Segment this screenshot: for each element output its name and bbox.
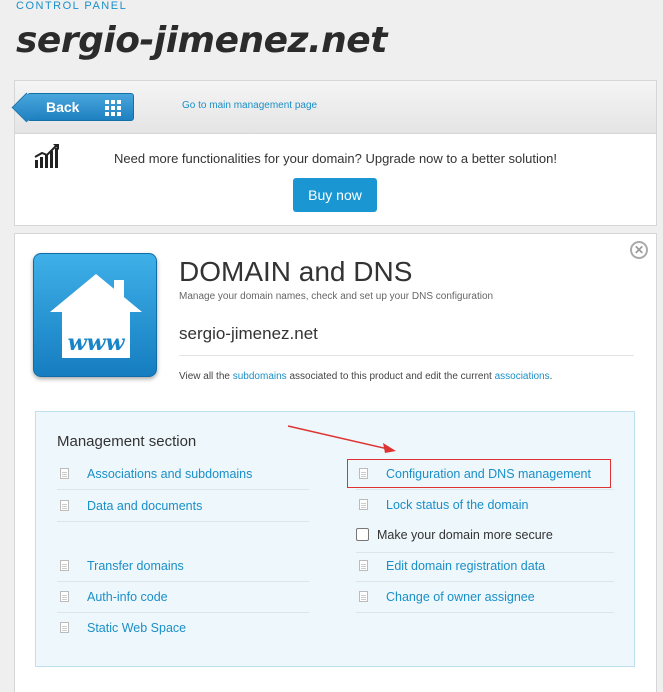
subdomains-link[interactable]: subdomains	[233, 371, 287, 382]
menu-item-label: Transfer domains	[87, 559, 184, 573]
menu-item-change-owner[interactable]: Change of owner assignee	[356, 582, 614, 613]
secure-domain-checkbox[interactable]	[356, 528, 369, 541]
secure-domain-option: Make your domain more secure	[356, 527, 614, 553]
document-icon	[60, 560, 69, 571]
main-management-link[interactable]: Go to main management page	[182, 100, 317, 111]
management-section: Management section Associations and subd…	[35, 411, 635, 667]
svg-text:www: www	[68, 330, 126, 356]
document-icon	[60, 591, 69, 602]
navigation-bar: Back Go to main management page	[14, 80, 657, 133]
associations-link[interactable]: associations	[495, 371, 550, 382]
menu-item-label: Change of owner assignee	[386, 590, 535, 604]
info-middle: associated to this product and edit the …	[286, 371, 495, 382]
menu-item-label: Lock status of the domain	[386, 498, 529, 512]
info-prefix: View all the	[179, 371, 233, 382]
menu-item-lock-status[interactable]: Lock status of the domain	[356, 490, 614, 521]
back-button-label: Back	[46, 99, 80, 115]
info-suffix: .	[549, 371, 553, 382]
upgrade-banner: Need more functionalities for your domai…	[14, 133, 657, 226]
domain-info-text: View all the subdomains associated to th…	[179, 371, 552, 382]
back-button[interactable]: Back	[27, 93, 134, 121]
secure-domain-label: Make your domain more secure	[377, 528, 553, 542]
menu-item-auth-info[interactable]: Auth-info code	[57, 582, 309, 613]
domain-dns-subtitle: Manage your domain names, check and set …	[179, 291, 494, 302]
close-icon[interactable]: ✕	[630, 241, 648, 259]
red-arrow-annotation	[287, 425, 396, 453]
menu-item-label: Edit domain registration data	[386, 559, 546, 573]
document-icon	[359, 591, 368, 602]
menu-item-transfer-domains[interactable]: Transfer domains	[57, 551, 309, 582]
menu-item-label: Static Web Space	[87, 621, 187, 635]
domain-house-logo: www	[33, 253, 157, 377]
control-panel-label: CONTROL PANEL	[16, 0, 128, 12]
document-icon	[359, 560, 368, 571]
menu-item-edit-registration[interactable]: Edit domain registration data	[356, 551, 614, 582]
domain-dns-title: DOMAIN and DNS	[179, 256, 413, 287]
document-icon	[359, 499, 368, 510]
site-title: sergio-jimenez.net	[16, 20, 387, 61]
house-www-icon: www	[50, 274, 142, 358]
divider	[179, 355, 634, 356]
menu-item-label: Data and documents	[87, 499, 203, 513]
domain-dns-panel: ✕ www DOMAIN and DNS Manage your domain …	[14, 233, 657, 692]
domain-name: sergio-jimenez.net	[179, 324, 318, 343]
menu-item-label: Auth-info code	[87, 590, 168, 604]
document-icon	[60, 500, 69, 511]
buy-now-button[interactable]: Buy now	[293, 178, 377, 212]
grid-icon	[105, 100, 121, 116]
upgrade-text: Need more functionalities for your domai…	[114, 151, 557, 166]
menu-item-static-web-space[interactable]: Static Web Space	[57, 613, 309, 644]
menu-item-data-documents[interactable]: Data and documents	[57, 491, 309, 522]
document-icon	[60, 622, 69, 633]
